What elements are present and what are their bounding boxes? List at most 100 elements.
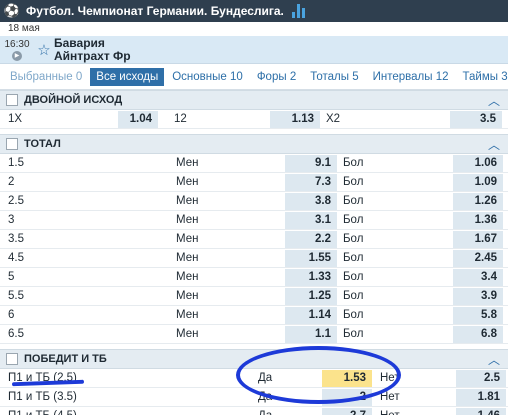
total-line: 1.5 [8,157,24,169]
total-line: 6 [8,309,15,321]
section-double-outcome[interactable]: ДВОЙНОЙ ИСХОД ︿ [0,90,508,110]
stats-icon[interactable] [291,4,305,18]
yes-odds[interactable]: 2.7 [322,407,372,415]
under-label: Мен [176,271,199,283]
collapse-icon[interactable]: ︿ [480,351,508,368]
outcome-label: 1X [8,113,23,125]
table-row: П1 и ТБ (4.5)Да2.7Нет1.46 [0,407,508,415]
match-date: 18 мая [0,22,508,36]
yes-label: Да [250,410,322,415]
over-odds[interactable]: 3.9 [453,287,503,305]
section-checkbox[interactable] [6,353,18,365]
tab-handicaps[interactable]: Форы 2 [251,68,302,86]
over-odds[interactable]: 6.8 [453,325,503,343]
table-row: 6.5 Мен 1.1 Бол 6.8 [0,325,508,344]
over-label: Бол [343,290,364,302]
over-odds[interactable]: 2.45 [453,249,503,267]
under-odds[interactable]: 1.14 [285,306,337,324]
over-odds[interactable]: 1.09 [453,173,503,191]
annotation-circle [236,346,401,404]
outcome-label: X2 [326,113,341,125]
under-label: Мен [176,157,199,169]
table-row: 5 Мен 1.33 Бол 3.4 [0,268,508,287]
market-name: П1 и ТБ (4.5) [0,410,250,415]
over-odds[interactable]: 3.4 [453,268,503,286]
collapse-icon[interactable]: ︿ [480,136,508,153]
under-odds[interactable]: 1.33 [285,268,337,286]
table-row: 3 Мен 3.1 Бол 1.36 [0,211,508,230]
market-name: П1 и ТБ (3.5) [8,391,77,403]
no-odds[interactable]: 2.5 [456,369,506,387]
odds-cell[interactable]: 1.04 [118,110,158,128]
total-line: 5 [8,271,15,283]
under-odds[interactable]: 9.1 [285,154,337,172]
over-label: Бол [343,233,364,245]
over-label: Бол [343,309,364,321]
over-label: Бол [343,214,364,226]
section-checkbox[interactable] [6,138,18,150]
table-row: 1.5 Мен 9.1 Бол 1.06 [0,154,508,173]
odds-cell[interactable]: 1.13 [270,110,320,128]
team-away: Айнтрахт Фр [54,48,131,63]
under-label: Мен [176,176,199,188]
under-odds[interactable]: 7.3 [285,173,337,191]
total-line: 5.5 [8,290,24,302]
over-label: Бол [343,176,364,188]
tab-halves[interactable]: Таймы 38 [457,68,508,86]
over-label: Бол [343,157,364,169]
over-odds[interactable]: 1.67 [453,230,503,248]
total-line: 3.5 [8,233,24,245]
under-label: Мен [176,290,199,302]
total-table: 1.5 Мен 9.1 Бол 1.06 2 Мен 7.3 Бол 1.09 2.5 Мен 3.8 Б… [0,154,508,344]
total-line: 3 [8,214,15,226]
total-line: 6.5 [8,328,24,340]
tab-selected[interactable]: Выбранные 0 [4,68,88,86]
total-line: 4.5 [8,252,24,264]
total-line: 2 [8,176,15,188]
table-row: 1X 1.04 12 1.13 X2 3.5 [0,110,508,129]
over-odds[interactable]: 1.26 [453,192,503,210]
under-odds[interactable]: 2.2 [285,230,337,248]
match-row[interactable]: 16:30 ▶ ☆ Бавария Айнтрахт Фр [0,36,508,64]
tab-intervals[interactable]: Интервалы 12 [367,68,455,86]
odds-cell[interactable]: 3.5 [450,110,502,128]
table-row: 6 Мен 1.14 Бол 5.8 [0,306,508,325]
under-label: Мен [176,233,199,245]
under-odds[interactable]: 3.1 [285,211,337,229]
no-label: Нет [372,410,456,415]
under-odds[interactable]: 1.55 [285,249,337,267]
page-header: ⚽ Футбол. Чемпионат Германии. Бундеслига… [0,0,508,22]
table-row: 3.5 Мен 2.2 Бол 1.67 [0,230,508,249]
no-label: Нет [380,391,400,403]
favorite-star-icon[interactable]: ☆ [34,41,54,59]
tab-all-outcomes[interactable]: Все исходы [90,67,165,86]
under-odds[interactable]: 3.8 [285,192,337,210]
no-odds[interactable]: 1.81 [456,388,506,406]
page-title: Футбол. Чемпионат Германии. Бундеслига. [26,4,284,18]
table-row: 5.5 Мен 1.25 Бол 3.9 [0,287,508,306]
tab-totals[interactable]: Тоталы 5 [304,68,364,86]
over-label: Бол [343,252,364,264]
under-label: Мен [176,195,199,207]
under-odds[interactable]: 1.1 [285,325,337,343]
over-odds[interactable]: 1.36 [453,211,503,229]
under-odds[interactable]: 1.25 [285,287,337,305]
tab-main[interactable]: Основные 10 [166,68,249,86]
soccer-ball-icon: ⚽ [3,3,21,18]
under-label: Мен [176,328,199,340]
section-title: ТОТАЛ [24,138,61,150]
under-label: Мен [176,214,199,226]
no-odds[interactable]: 1.46 [456,407,506,415]
live-icon: ▶ [12,50,22,61]
table-row: 4.5 Мен 1.55 Бол 2.45 [0,249,508,268]
table-row: 2 Мен 7.3 Бол 1.09 [0,173,508,192]
section-title: ДВОЙНОЙ ИСХОД [24,94,123,106]
over-odds[interactable]: 5.8 [453,306,503,324]
under-label: Мен [176,252,199,264]
section-total[interactable]: ТОТАЛ ︿ [0,134,508,154]
section-checkbox[interactable] [6,94,18,106]
collapse-icon[interactable]: ︿ [480,92,508,109]
over-odds[interactable]: 1.06 [453,154,503,172]
market-tabs: Выбранные 0 Все исходы Основные 10 Форы … [0,64,508,90]
team-home: Бавария [54,35,105,50]
